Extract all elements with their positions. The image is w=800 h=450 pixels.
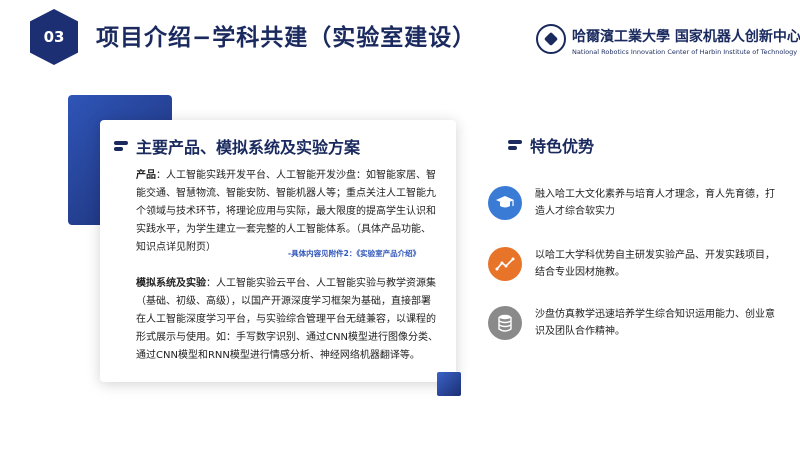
products-card: 主要产品、模拟系统及实验方案 产品：人工智能实践开发平台、人工智能开发沙盘：如智… — [100, 120, 456, 382]
products-attachment-note: -具体内容见附件2：《实验室产品介绍》 — [288, 249, 421, 258]
products-heading: 主要产品、模拟系统及实验方案 — [114, 134, 360, 158]
section-number-badge: 03 — [30, 9, 78, 65]
products-paragraph: 产品：人工智能实践开发平台、人工智能开发沙盘：如智能家居、智能交通、智慧物流、智… — [136, 167, 440, 257]
section-number: 03 — [43, 28, 65, 46]
decorative-block-small — [437, 372, 461, 396]
feature-item: 以哈工大学科优势自主研发实验产品、开发实践项目，结合专业因材施教。 — [488, 247, 775, 281]
simulation-label: 模拟系统及实验 — [136, 278, 206, 289]
logo-english-name: National Robotics Innovation Center of H… — [572, 48, 798, 56]
feature-item: 沙盘仿真教学迅速培养学生综合知识运用能力、创业意识及团队合作精神。 — [488, 306, 775, 340]
feature-item: 融入哈工大文化素养与培育人才理念，育人先育德，打造人才综合软实力 — [488, 186, 775, 220]
logo-chinese-name: 哈爾濱工業大學 国家机器人创新中心 — [572, 29, 800, 45]
feature-text: 沙盘仿真教学迅速培养学生综合知识运用能力、创业意识及团队合作精神。 — [535, 309, 775, 337]
graduation-cap-icon — [488, 186, 522, 220]
simulation-paragraph: 模拟系统及实验：人工智能实验云平台、人工智能实验与教学资源集（基础、初级、高级）… — [136, 275, 440, 365]
feature-text: 以哈工大学科优势自主研发实验产品、开发实践项目，结合专业因材施教。 — [535, 250, 775, 278]
feature-text: 融入哈工大文化素养与培育人才理念，育人先育德，打造人才综合软实力 — [535, 189, 775, 217]
institution-logo: 哈爾濱工業大學 国家机器人创新中心 National Robotics Inno… — [536, 22, 800, 66]
page-title: 项目介绍−学科共建（实验室建设） — [96, 25, 477, 51]
heading-bars-icon — [114, 141, 128, 151]
products-text: ：人工智能实践开发平台、人工智能开发沙盘：如智能家居、智能交通、智慧物流、智能安… — [136, 170, 436, 253]
trend-line-icon — [488, 247, 522, 281]
simulation-text: ：人工智能实验云平台、人工智能实验与教学资源集（基础、初级、高级），以国产开源深… — [136, 278, 438, 361]
features-heading-text: 特色优势 — [530, 137, 595, 156]
features-heading: 特色优势 — [508, 133, 594, 157]
products-label: 产品 — [136, 170, 156, 181]
database-icon — [488, 306, 522, 340]
heading-bars-icon — [508, 140, 522, 150]
products-heading-text: 主要产品、模拟系统及实验方案 — [136, 138, 361, 157]
university-seal-icon — [536, 24, 566, 54]
